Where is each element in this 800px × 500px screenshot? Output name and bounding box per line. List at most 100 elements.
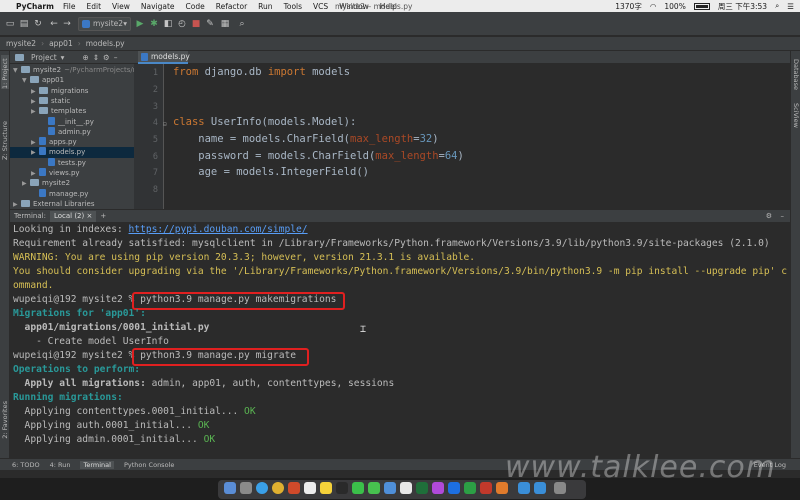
- fold-icon[interactable]: ⊟: [163, 121, 167, 128]
- tree-item[interactable]: ▶ mysite2: [10, 178, 134, 188]
- battery-icon[interactable]: [693, 2, 710, 10]
- finder-icon[interactable]: [224, 482, 236, 494]
- breadcrumb-item[interactable]: mysite2: [6, 39, 36, 48]
- textedit-icon[interactable]: [400, 482, 412, 494]
- chevron-right-icon[interactable]: ▶: [13, 200, 21, 209]
- launchpad-icon[interactable]: [240, 482, 252, 494]
- app-icon[interactable]: [432, 482, 444, 494]
- tab-models-py[interactable]: models.py ×: [138, 51, 190, 73]
- database-tool-button[interactable]: Database: [792, 59, 800, 90]
- add-terminal-icon[interactable]: +: [100, 212, 106, 220]
- battery-percent: 100%: [664, 1, 686, 11]
- hide-icon[interactable]: –: [114, 53, 118, 62]
- profile-icon[interactable]: ◴: [176, 18, 188, 30]
- tree-item[interactable]: ▶ migrations: [10, 86, 134, 96]
- app-icon[interactable]: [496, 482, 508, 494]
- menu-vcs[interactable]: VCS: [313, 2, 328, 11]
- settings-wrench-icon[interactable]: ✎: [204, 18, 216, 30]
- menu-view[interactable]: View: [112, 2, 130, 11]
- search-icon[interactable]: ⌕: [775, 1, 779, 11]
- gear-icon[interactable]: ⚙: [766, 212, 772, 220]
- tree-item[interactable]: admin.py: [10, 126, 134, 137]
- calendar-icon[interactable]: [304, 482, 316, 494]
- back-icon[interactable]: ←: [48, 18, 60, 30]
- index-url-link[interactable]: https://pypi.douban.com/simple/: [129, 224, 308, 235]
- project-view-select[interactable]: Project: [31, 53, 57, 62]
- save-all-icon[interactable]: ▤: [18, 18, 30, 30]
- tree-item[interactable]: ▼ mysite2 ~/PycharmProjects/m: [10, 65, 134, 75]
- coverage-icon[interactable]: ◧: [162, 18, 174, 30]
- locate-icon[interactable]: ⊕: [82, 53, 88, 62]
- run-config-select[interactable]: mysite2 ▾: [78, 17, 131, 31]
- favorites-tool-button[interactable]: 2: Favorites: [1, 401, 9, 439]
- tree-item[interactable]: ▶ views.py: [10, 168, 134, 178]
- tree-item[interactable]: ▶ templates: [10, 106, 134, 116]
- sciview-tool-button[interactable]: SciView: [792, 103, 800, 128]
- code-editor[interactable]: 1 2 3 4 5 6 7 8 ⊟ from django.db import …: [134, 64, 790, 209]
- search-everywhere-icon[interactable]: ⌕: [236, 18, 248, 30]
- tree-item[interactable]: ▶ apps.py: [10, 137, 134, 147]
- project-tool-button[interactable]: 1: Project: [1, 55, 9, 89]
- tree-item[interactable]: ▼ app01: [10, 75, 134, 85]
- menu-app-name[interactable]: PyCharm: [16, 2, 54, 11]
- menu-file[interactable]: File: [63, 2, 76, 11]
- stop-icon[interactable]: ■: [190, 18, 202, 30]
- project-structure-icon[interactable]: ▦: [219, 18, 231, 30]
- python-file-icon: [39, 188, 46, 197]
- terminal-app-icon[interactable]: [336, 482, 348, 494]
- wifi-icon[interactable]: ◠: [650, 2, 657, 11]
- chevron-down-icon[interactable]: ▾: [61, 53, 65, 62]
- documents-folder-icon[interactable]: [534, 482, 546, 494]
- notes-icon[interactable]: [320, 482, 332, 494]
- menu-code[interactable]: Code: [186, 2, 205, 11]
- chrome-icon[interactable]: [272, 482, 284, 494]
- menu-run[interactable]: Run: [258, 2, 272, 11]
- run-icon[interactable]: ▶: [134, 18, 146, 30]
- open-folder-icon[interactable]: ▭: [4, 18, 16, 30]
- menu-bar: PyCharm File Edit View Navigate Code Ref…: [0, 0, 800, 12]
- run-tool-button[interactable]: 4: Run: [50, 461, 71, 469]
- trash-icon[interactable]: [554, 482, 566, 494]
- terminal-output[interactable]: Looking in indexes: https://pypi.douban.…: [10, 222, 790, 458]
- sync-icon[interactable]: ↻: [32, 18, 44, 30]
- terminal-tool-button[interactable]: Terminal: [80, 460, 114, 469]
- tree-item[interactable]: __init__.py: [10, 116, 134, 127]
- python-file-icon: [48, 157, 55, 166]
- structure-tool-button[interactable]: Z: Structure: [1, 121, 9, 160]
- hide-icon[interactable]: –: [781, 212, 785, 220]
- safari-icon[interactable]: [256, 482, 268, 494]
- pycharm-icon[interactable]: [416, 482, 428, 494]
- tree-item[interactable]: ▶ models.py: [10, 147, 134, 158]
- debug-icon[interactable]: ✱: [148, 18, 160, 30]
- tree-item[interactable]: ▶ static: [10, 96, 134, 106]
- app-icon[interactable]: [448, 482, 460, 494]
- todo-tool-button[interactable]: 6: TODO: [12, 461, 40, 469]
- python-file-icon: [39, 147, 46, 156]
- app-icon[interactable]: [480, 482, 492, 494]
- gear-icon[interactable]: ⚙: [103, 53, 110, 62]
- menu-edit[interactable]: Edit: [87, 2, 102, 11]
- breadcrumb-item[interactable]: app01: [49, 39, 73, 48]
- firefox-icon[interactable]: [288, 482, 300, 494]
- clock[interactable]: 周三 下午3:53: [718, 1, 767, 12]
- qq-icon[interactable]: [384, 482, 396, 494]
- tree-item[interactable]: ▶ External Libraries: [10, 199, 134, 209]
- downloads-folder-icon[interactable]: [518, 482, 530, 494]
- tree-item[interactable]: manage.py: [10, 188, 134, 199]
- breadcrumb-item[interactable]: models.py: [86, 39, 125, 48]
- tree-item-label: External Libraries: [33, 199, 95, 208]
- collapse-all-icon[interactable]: ⇕: [93, 53, 99, 62]
- menu-refactor[interactable]: Refactor: [216, 2, 247, 11]
- python-console-tool-button[interactable]: Python Console: [124, 461, 174, 469]
- excel-icon[interactable]: [464, 482, 476, 494]
- forward-icon[interactable]: →: [61, 18, 73, 30]
- tree-item[interactable]: tests.py: [10, 157, 134, 168]
- notification-center-icon[interactable]: ☰: [787, 2, 794, 11]
- terminal-tab-local[interactable]: Local (2) ×: [49, 210, 97, 222]
- shell-prompt: wupeiqi@192 mysite2 %: [13, 350, 141, 361]
- menu-navigate[interactable]: Navigate: [141, 2, 175, 11]
- messages-icon[interactable]: [352, 482, 364, 494]
- menu-tools[interactable]: Tools: [284, 2, 302, 11]
- close-icon[interactable]: ×: [86, 212, 92, 220]
- wechat-icon[interactable]: [368, 482, 380, 494]
